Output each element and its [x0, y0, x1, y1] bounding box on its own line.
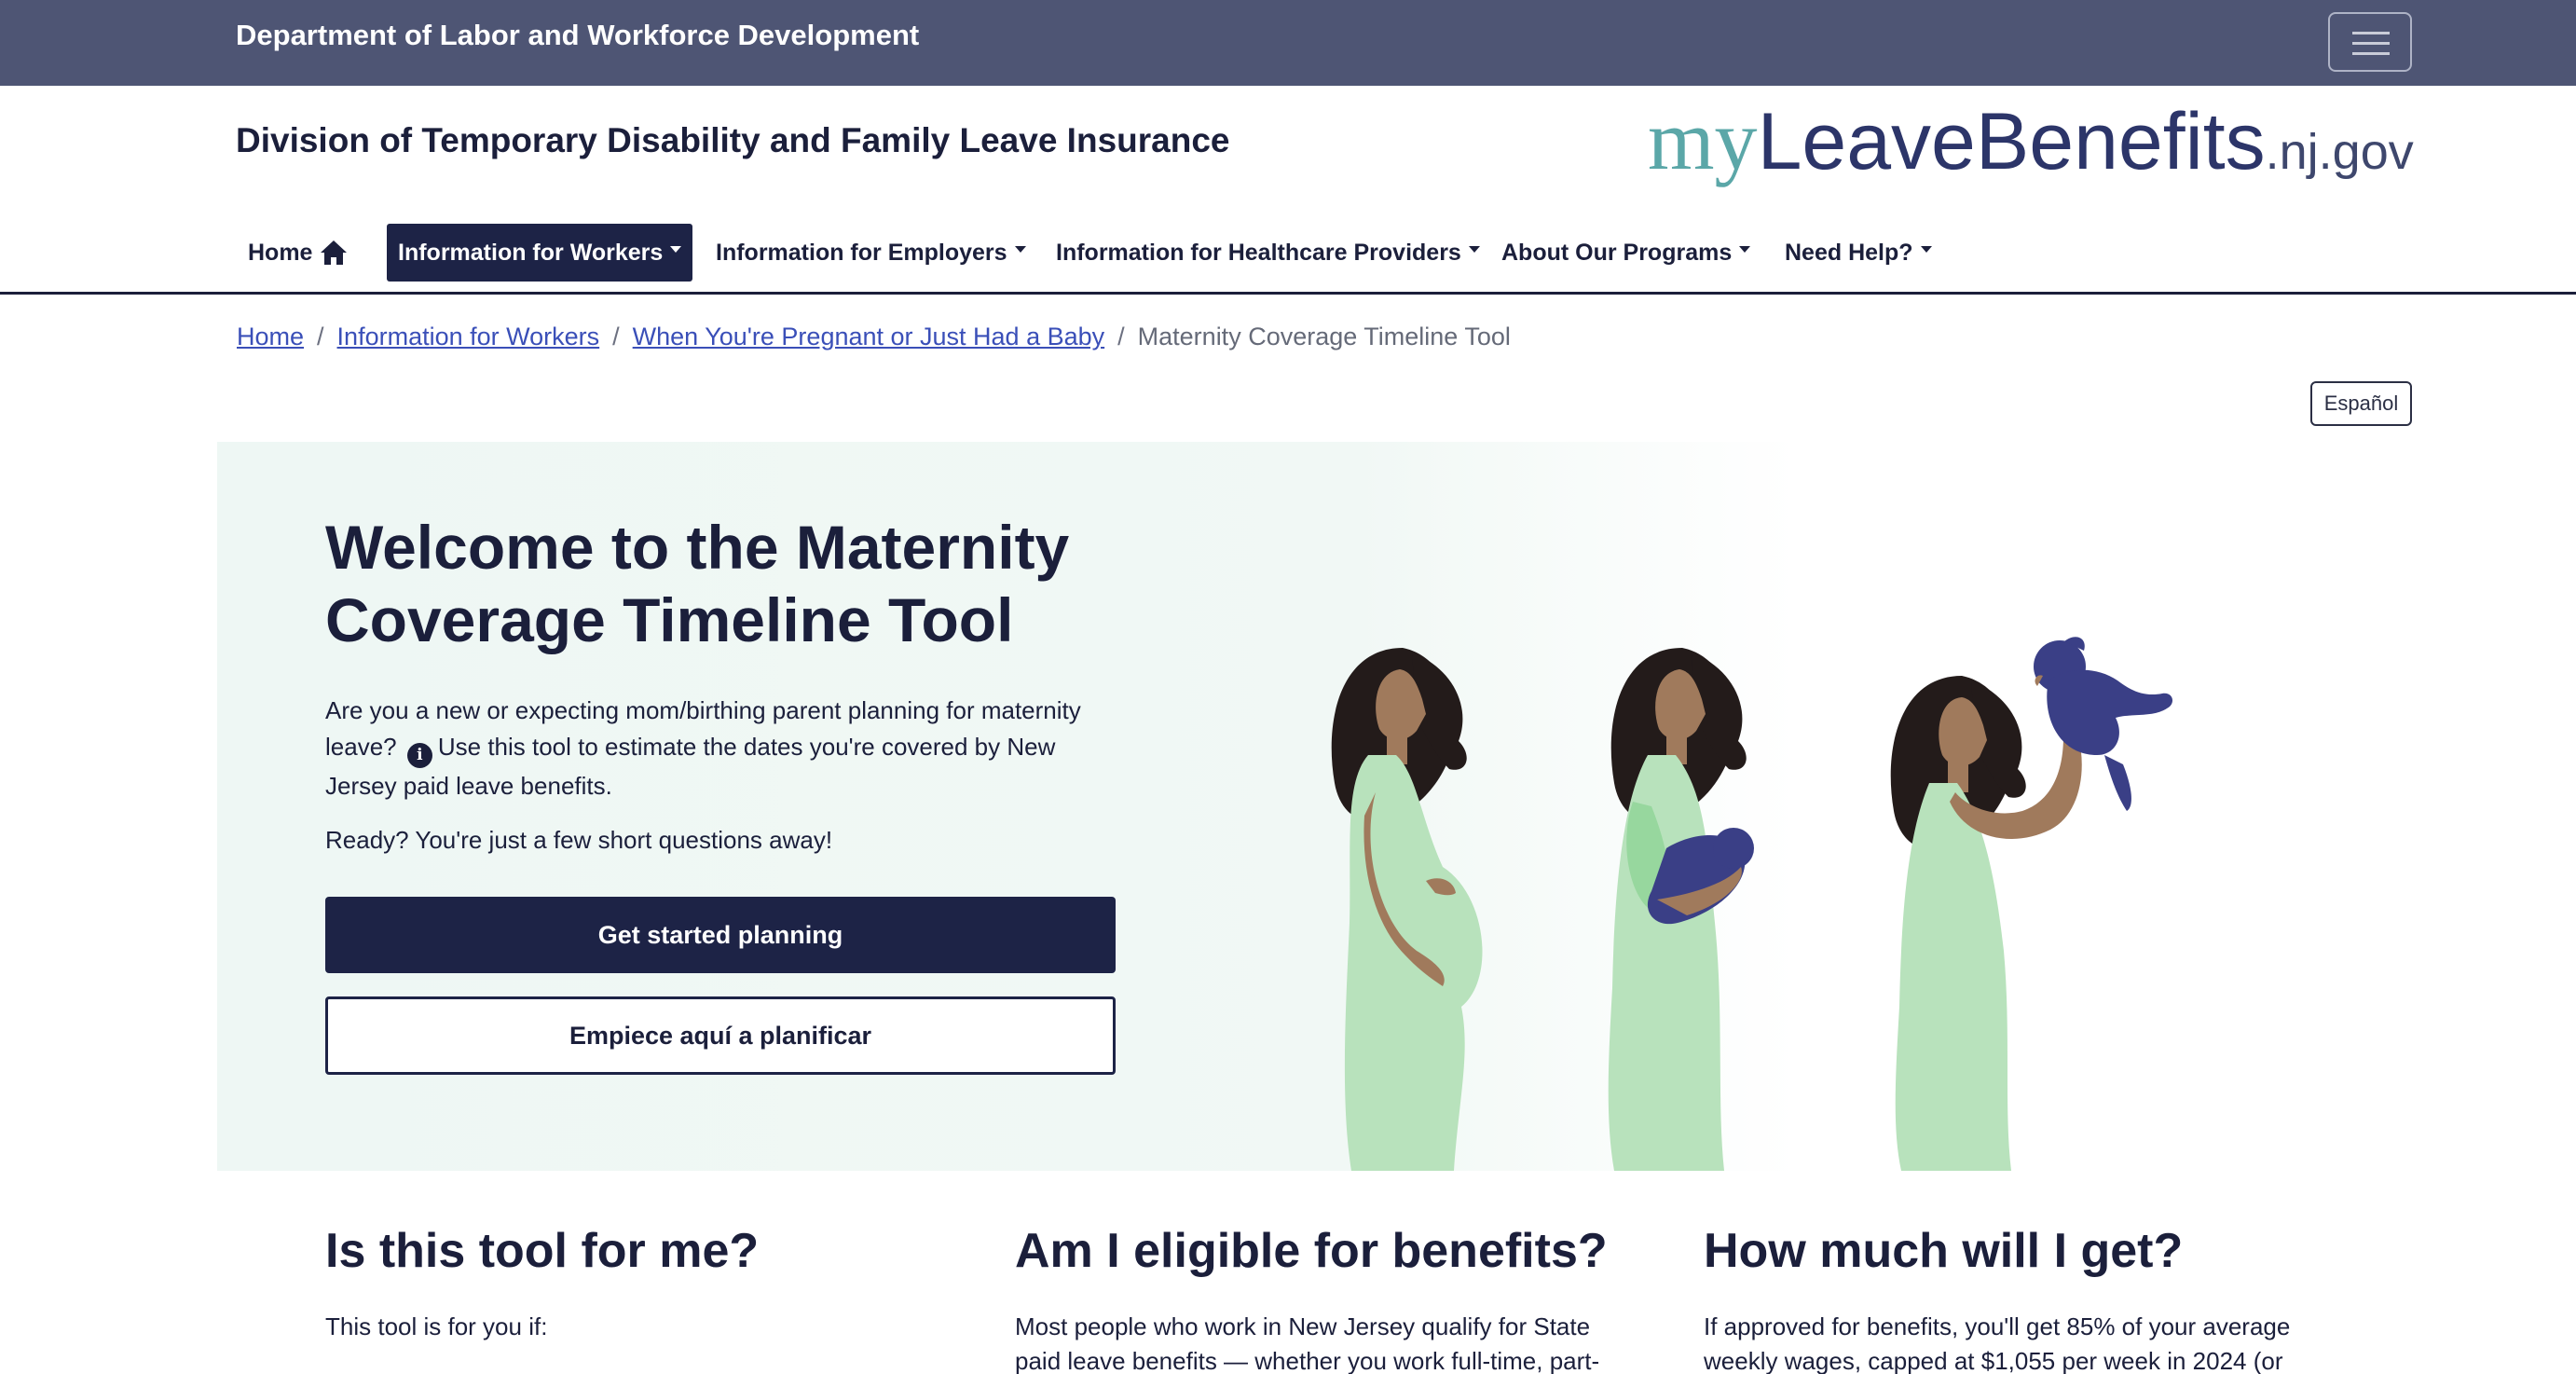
logo-part-leavebenefits: LeaveBenefits — [1757, 97, 2266, 186]
info-icon[interactable]: i — [406, 743, 432, 768]
breadcrumb-separator: / — [612, 323, 620, 350]
nav-need-help[interactable]: Need Help? — [1785, 224, 1932, 282]
nav-information-for-workers[interactable]: Information for Workers — [387, 224, 693, 282]
pregnant-woman-figure — [1331, 648, 1483, 1171]
home-icon — [321, 240, 348, 265]
column-text-tool-for-me: This tool is for you if: — [325, 1312, 548, 1340]
logo-part-domain: .nj.gov — [2265, 124, 2414, 180]
column-text-how-much: If approved for benefits, you'll get 85%… — [1704, 1312, 2291, 1374]
empiece-planificar-button[interactable]: Empiece aquí a planificar — [325, 996, 1116, 1075]
get-started-button[interactable]: Get started planning — [325, 897, 1116, 973]
breadcrumb-home-link[interactable]: Home — [237, 323, 304, 351]
breadcrumb: Home / Information for Workers / When Yo… — [237, 323, 1511, 351]
nav-information-for-employers[interactable]: Information for Employers — [716, 224, 1026, 282]
espanol-language-button[interactable]: Español — [2310, 381, 2412, 426]
maternity-illustration — [1331, 637, 2173, 1171]
hero-ready-text: Ready? You're just a few short questions… — [325, 826, 833, 854]
woman-with-newborn-figure — [1608, 648, 1754, 1171]
column-title-am-i-eligible: Am I eligible for benefits? — [1015, 1224, 1608, 1278]
nav-home-label: Home — [248, 239, 313, 266]
breadcrumb-current: Maternity Coverage Timeline Tool — [1137, 323, 1511, 350]
column-text-eligible: Most people who work in New Jersey quali… — [1015, 1312, 1600, 1374]
nav-about-label: About Our Programs — [1501, 239, 1733, 266]
nav-workers-label: Information for Workers — [398, 239, 664, 266]
column-title-is-this-tool-for-me: Is this tool for me? — [325, 1224, 760, 1278]
breadcrumb-pregnant-link[interactable]: When You're Pregnant or Just Had a Baby — [633, 323, 1104, 351]
breadcrumb-workers-link[interactable]: Information for Workers — [337, 323, 600, 351]
breadcrumb-separator: / — [1117, 323, 1125, 350]
column-title-how-much: How much will I get? — [1704, 1224, 2184, 1278]
chevron-down-icon — [1739, 245, 1751, 253]
main-navigation: Home Information for Workers Information… — [0, 220, 2576, 295]
nav-about-our-programs[interactable]: About Our Programs — [1501, 224, 1751, 282]
woman-lifting-baby-figure — [1890, 637, 2173, 1171]
chevron-down-icon — [1014, 245, 1026, 253]
page-title: Welcome to the Maternity Coverage Timeli… — [325, 513, 1070, 654]
hero-intro: Are you a new or expecting mom/birthing … — [325, 693, 1099, 804]
top-bar: Department of Labor and Workforce Develo… — [0, 0, 2576, 86]
nav-help-label: Need Help? — [1785, 239, 1913, 266]
division-title: Division of Temporary Disability and Fam… — [236, 121, 1230, 159]
site-logo[interactable]: myLeaveBenefits.nj.gov — [1648, 97, 2414, 183]
nav-employers-label: Information for Employers — [716, 239, 1007, 266]
nav-healthcare-label: Information for Healthcare Providers — [1056, 239, 1461, 266]
chevron-down-icon — [1920, 245, 1932, 253]
nav-home[interactable]: Home — [248, 224, 348, 282]
nav-information-for-healthcare-providers[interactable]: Information for Healthcare Providers — [1056, 224, 1480, 282]
chevron-down-icon — [670, 245, 682, 253]
logo-part-my: my — [1648, 92, 1758, 187]
department-title: Department of Labor and Workforce Develo… — [236, 19, 920, 51]
hero-intro-text-continued: Use this tool to estimate the dates you'… — [325, 733, 1056, 800]
chevron-down-icon — [1468, 245, 1480, 253]
hamburger-menu-icon[interactable] — [2328, 12, 2412, 72]
breadcrumb-separator: / — [317, 323, 324, 350]
